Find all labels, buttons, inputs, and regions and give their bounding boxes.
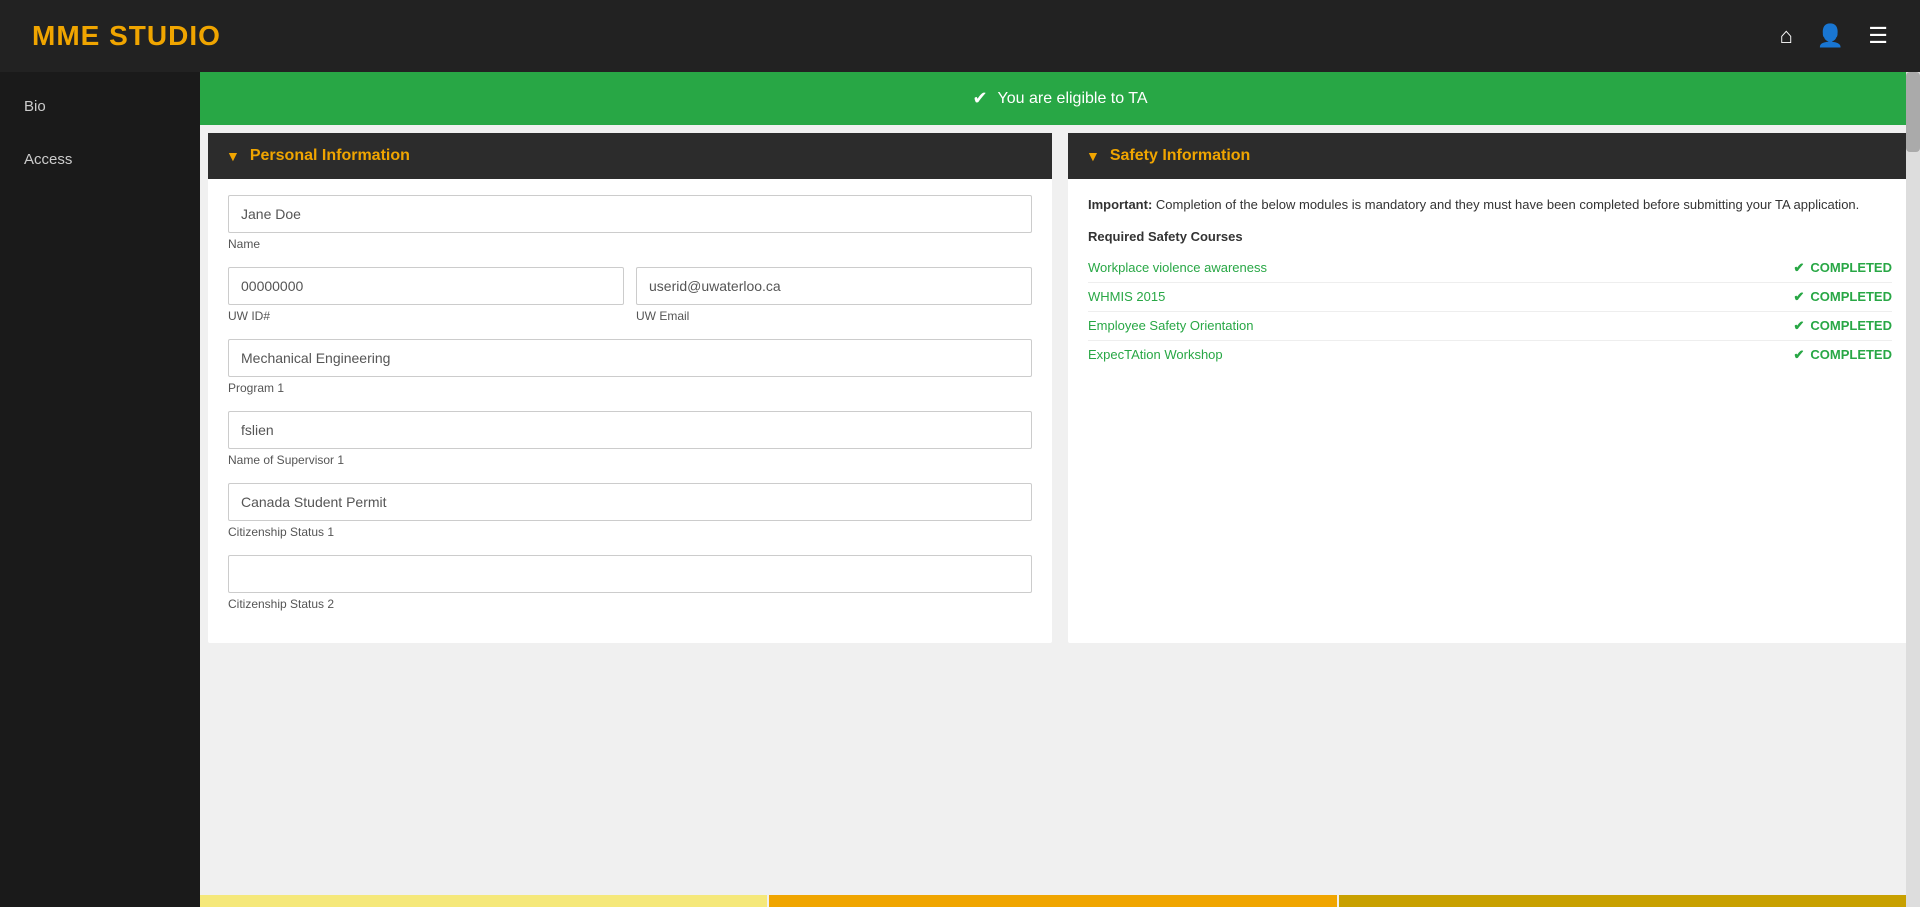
citizenship2-label: Citizenship Status 2 — [228, 597, 1032, 611]
safety-info-panel: ▼ Safety Information Important: Completi… — [1068, 133, 1912, 643]
name-label: Name — [228, 237, 1032, 251]
uw-email-input[interactable] — [636, 267, 1032, 305]
program1-label: Program 1 — [228, 381, 1032, 395]
course-status-text: COMPLETED — [1810, 289, 1892, 304]
check-icon: ✔ — [1793, 289, 1804, 305]
course-status-text: COMPLETED — [1810, 347, 1892, 362]
personal-info-body: Name UW ID# UW Email — [208, 179, 1052, 643]
bottom-scroll-right[interactable] — [1339, 895, 1906, 907]
uw-id-input[interactable] — [228, 267, 624, 305]
header: MME STUDIO ⌂ 👤 ☰ — [0, 0, 1920, 72]
safety-info-description: Important: Completion of the below modul… — [1088, 195, 1892, 215]
course-status: ✔ COMPLETED — [1793, 289, 1892, 305]
id-email-row: UW ID# UW Email — [228, 267, 1032, 323]
sidebar: Bio Access — [0, 72, 200, 907]
citizenship2-field-group: Citizenship Status 2 — [228, 555, 1032, 611]
header-icons: ⌂ 👤 ☰ — [1780, 23, 1888, 49]
personal-info-panel: ▼ Personal Information Name UW ID# — [208, 133, 1052, 643]
citizenship1-input[interactable] — [228, 483, 1032, 521]
bottom-scrollbars — [200, 895, 1906, 907]
safety-info-header: ▼ Safety Information — [1068, 133, 1912, 179]
eligibility-banner: ✔ You are eligible to TA — [200, 72, 1920, 125]
uw-email-label: UW Email — [636, 309, 1032, 323]
course-row: Employee Safety Orientation ✔ COMPLETED — [1088, 312, 1892, 341]
safety-info-arrow-icon: ▼ — [1086, 148, 1100, 164]
bottom-scroll-left[interactable] — [200, 895, 767, 907]
course-name: ExpecTAtion Workshop — [1088, 347, 1223, 362]
safety-info-body: Important: Completion of the below modul… — [1068, 179, 1912, 385]
courses-list: Workplace violence awareness ✔ COMPLETED… — [1088, 254, 1892, 369]
program1-field-group: Program 1 — [228, 339, 1032, 395]
content-area: ✔ You are eligible to TA ▼ Personal Info… — [200, 72, 1920, 907]
user-icon[interactable]: 👤 — [1817, 23, 1844, 49]
course-status-text: COMPLETED — [1810, 318, 1892, 333]
sidebar-item-bio[interactable]: Bio — [0, 80, 200, 133]
uw-id-label: UW ID# — [228, 309, 624, 323]
course-name: WHMIS 2015 — [1088, 289, 1165, 304]
course-name: Employee Safety Orientation — [1088, 318, 1253, 333]
citizenship1-label: Citizenship Status 1 — [228, 525, 1032, 539]
personal-info-title: Personal Information — [250, 147, 410, 165]
course-status-text: COMPLETED — [1810, 260, 1892, 275]
course-row: Workplace violence awareness ✔ COMPLETED — [1088, 254, 1892, 283]
app-title: MME STUDIO — [32, 20, 221, 52]
check-icon: ✔ — [972, 88, 987, 109]
check-icon: ✔ — [1793, 318, 1804, 334]
check-icon: ✔ — [1793, 260, 1804, 276]
program1-input[interactable] — [228, 339, 1032, 377]
course-status: ✔ COMPLETED — [1793, 347, 1892, 363]
name-field-group: Name — [228, 195, 1032, 251]
home-icon[interactable]: ⌂ — [1780, 23, 1793, 49]
scrollbar[interactable] — [1906, 72, 1920, 907]
citizenship1-field-group: Citizenship Status 1 — [228, 483, 1032, 539]
bottom-scroll-mid[interactable] — [769, 895, 1336, 907]
check-icon: ✔ — [1793, 347, 1804, 363]
supervisor1-field-group: Name of Supervisor 1 — [228, 411, 1032, 467]
uw-email-field-group: UW Email — [636, 267, 1032, 323]
eligibility-text: You are eligible to TA — [998, 90, 1148, 108]
name-input[interactable] — [228, 195, 1032, 233]
citizenship2-input[interactable] — [228, 555, 1032, 593]
panels: ▼ Personal Information Name UW ID# — [200, 125, 1920, 651]
personal-info-header: ▼ Personal Information — [208, 133, 1052, 179]
course-row: WHMIS 2015 ✔ COMPLETED — [1088, 283, 1892, 312]
scrollbar-thumb[interactable] — [1906, 72, 1920, 152]
course-status: ✔ COMPLETED — [1793, 318, 1892, 334]
uw-id-field-group: UW ID# — [228, 267, 624, 323]
course-row: ExpecTAtion Workshop ✔ COMPLETED — [1088, 341, 1892, 369]
sidebar-item-access[interactable]: Access — [0, 133, 200, 186]
personal-info-arrow-icon: ▼ — [226, 148, 240, 164]
menu-icon[interactable]: ☰ — [1868, 23, 1888, 49]
required-courses-title: Required Safety Courses — [1088, 229, 1892, 244]
main-layout: Bio Access ✔ You are eligible to TA ▼ Pe… — [0, 72, 1920, 907]
course-name: Workplace violence awareness — [1088, 260, 1267, 275]
safety-info-title: Safety Information — [1110, 147, 1250, 165]
supervisor1-input[interactable] — [228, 411, 1032, 449]
course-status: ✔ COMPLETED — [1793, 260, 1892, 276]
supervisor1-label: Name of Supervisor 1 — [228, 453, 1032, 467]
